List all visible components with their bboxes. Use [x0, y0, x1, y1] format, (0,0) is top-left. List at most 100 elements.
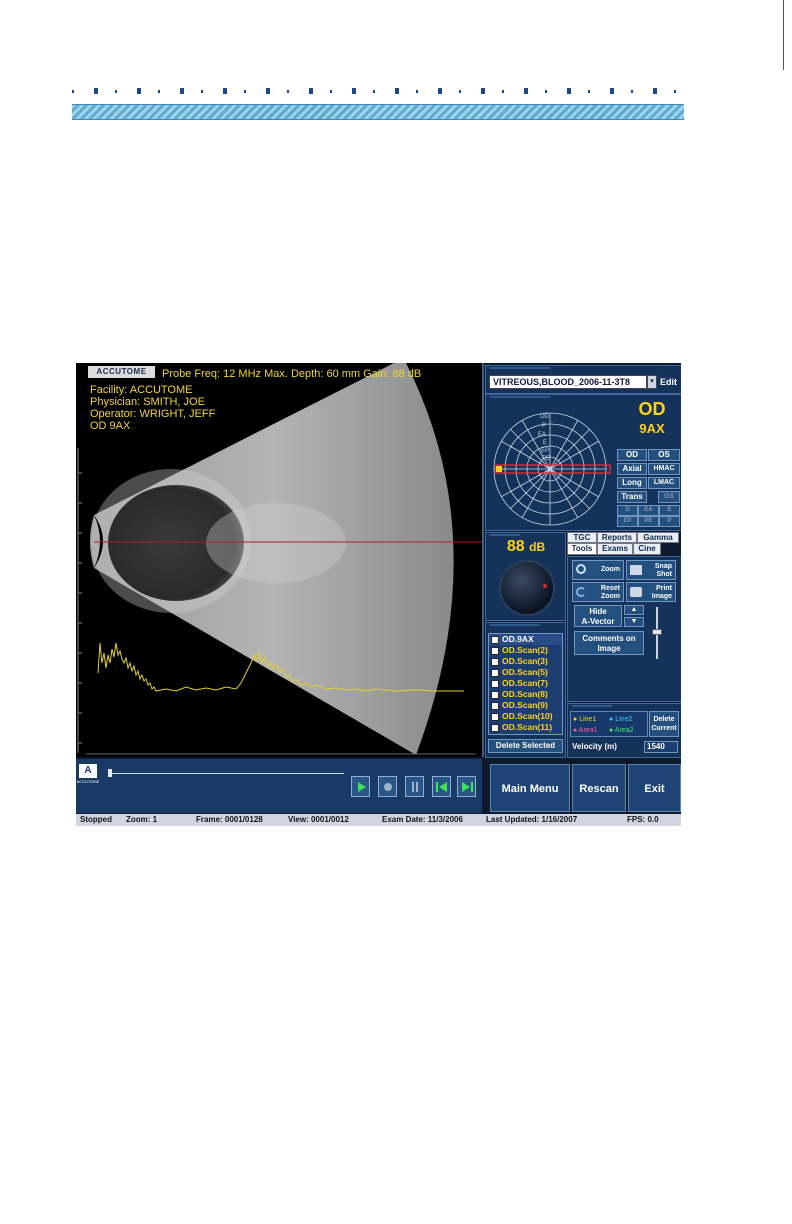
chevron-down-icon[interactable]: ▾ — [647, 375, 657, 389]
axial-button[interactable]: Axial — [617, 463, 647, 475]
edit-button[interactable]: Edit — [660, 375, 680, 389]
grid-e-button[interactable]: E — [659, 505, 680, 516]
gs-button[interactable]: GS — [658, 491, 680, 503]
cine-slider-handle[interactable] — [108, 769, 112, 777]
delete-selected-button[interactable]: Delete Selected — [488, 739, 563, 753]
reset-zoom-button[interactable]: Reset Zoom — [572, 582, 624, 602]
delete-current-button[interactable]: Delete Current — [649, 711, 679, 737]
zoom-button[interactable]: Zoom — [572, 560, 624, 580]
decorative-dot — [588, 90, 590, 93]
scan-list-item[interactable]: OD.Scan(3) — [489, 656, 562, 667]
tab-tools[interactable]: Tools — [567, 543, 597, 555]
accutome-small-logo-icon: A — [79, 764, 97, 778]
velocity-label: Velocity (m) — [572, 742, 617, 751]
decorative-dot — [265, 88, 270, 94]
status-last-updated: Last Updated: 1/16/2007 — [486, 815, 578, 824]
checkbox-icon[interactable] — [491, 690, 499, 699]
clock-label: P — [542, 423, 546, 429]
triangle-down-icon: ▼ — [630, 618, 638, 625]
accutome-logo: ACCUTOME — [88, 366, 155, 378]
magnifier-icon — [576, 564, 586, 574]
grid-d-button[interactable]: D — [617, 505, 638, 516]
checkbox-icon[interactable] — [491, 635, 499, 644]
status-state: Stopped — [80, 815, 112, 824]
decorative-dot — [394, 88, 399, 94]
play-button[interactable] — [351, 776, 370, 797]
probe-position-panel: OD P EA E EP PE OD 9AX OD OS Axial HMAC … — [485, 394, 681, 531]
clock-label: OD — [540, 414, 550, 420]
checkbox-icon[interactable] — [491, 701, 499, 710]
tab-reports[interactable]: Reports — [597, 532, 637, 543]
comments-on-image-button[interactable]: Comments on Image — [574, 631, 644, 655]
decorative-header-bar — [72, 104, 684, 120]
lmac-button[interactable]: LMAC — [648, 477, 680, 489]
vector-slider-track[interactable] — [652, 607, 662, 659]
decorative-dot — [136, 88, 141, 94]
tab-cine[interactable]: Cine — [633, 543, 661, 555]
scan-list-item[interactable]: OD.Scan(11) — [489, 722, 562, 733]
position-grid: D EA E EP PE P — [617, 505, 680, 527]
checkbox-icon[interactable] — [491, 646, 499, 655]
step-forward-button[interactable] — [457, 776, 476, 797]
velocity-field[interactable]: 1540 — [644, 741, 678, 753]
status-zoom: Zoom: 1 — [126, 815, 158, 824]
scan-list-item[interactable]: OD.Scan(9) — [489, 700, 562, 711]
scan-list-item[interactable]: OD.Scan(2) — [489, 645, 562, 656]
exam-select-field[interactable]: VITREOUS,BLOOD_2006-11-3T8 — [489, 375, 647, 389]
gain-panel: 88 dB — [485, 532, 566, 621]
arrow-down-button[interactable]: ▼ — [624, 617, 644, 627]
line2-option[interactable]: ● Line2 — [609, 716, 632, 723]
decorative-dot — [437, 88, 442, 94]
scan-list-item[interactable]: OD.Scan(10) — [489, 711, 562, 722]
b-scan-viewer[interactable]: ACCUTOME Probe Freq: 12 MHz Max. Depth: … — [76, 363, 484, 757]
grid-ea-button[interactable]: EA — [638, 505, 659, 516]
reset-icon — [576, 587, 586, 597]
printer-icon — [630, 587, 642, 597]
decorative-dot — [502, 90, 504, 93]
area2-option[interactable]: ● Area2 — [609, 727, 633, 734]
checkbox-icon[interactable] — [491, 679, 499, 688]
gain-value: 88 — [506, 538, 525, 555]
tab-tgc[interactable]: TGC — [567, 532, 597, 543]
od-button[interactable]: OD — [617, 449, 647, 461]
hide-a-vector-button[interactable]: Hide A-Vector — [574, 605, 622, 627]
checkbox-icon[interactable] — [491, 668, 499, 677]
rescan-button[interactable]: Rescan — [572, 764, 626, 812]
clock-diagram[interactable]: OD P EA E EP PE — [488, 399, 616, 529]
step-back-button[interactable] — [432, 776, 451, 797]
tab-gamma[interactable]: Gamma — [637, 532, 679, 543]
cine-slider-track[interactable] — [108, 769, 344, 777]
scan-list-item[interactable]: OD.9AX — [489, 634, 562, 645]
scan-list-item[interactable]: OD.Scan(5) — [489, 667, 562, 678]
arrow-up-button[interactable]: ▲ — [624, 605, 644, 615]
scan-list[interactable]: OD.9AX OD.Scan(2) OD.Scan(3) OD.Scan(5) OD.S… — [488, 633, 563, 735]
snap-shot-button[interactable]: Snap Shot — [626, 560, 676, 580]
grid-ep-button[interactable]: EP — [617, 516, 638, 527]
print-image-button[interactable]: Print Image — [626, 582, 676, 602]
decorative-dot — [416, 90, 418, 93]
line1-option[interactable]: ● Line1 — [573, 716, 596, 723]
area1-option[interactable]: ● Area1 — [573, 727, 597, 734]
grid-pe-button[interactable]: PE — [638, 516, 659, 527]
grid-p-button[interactable]: P — [659, 516, 680, 527]
checkbox-icon[interactable] — [491, 657, 499, 666]
pause-button[interactable] — [405, 776, 424, 797]
stop-button[interactable] — [378, 776, 397, 797]
main-menu-button[interactable]: Main Menu — [490, 764, 570, 812]
tab-exams[interactable]: Exams — [597, 543, 633, 555]
scan-list-item[interactable]: OD.Scan(7) — [489, 678, 562, 689]
gain-knob[interactable] — [501, 562, 553, 614]
hmac-button[interactable]: HMAC — [648, 463, 680, 475]
measure-panel: ● Line1 ● Line2 ● Area1 ● Area2 Delete Cu… — [567, 703, 681, 758]
decorative-dot — [523, 88, 528, 94]
decorative-dot — [244, 90, 246, 93]
checkbox-icon[interactable] — [491, 712, 499, 721]
long-button[interactable]: Long — [617, 477, 647, 489]
vector-slider-handle[interactable] — [652, 629, 662, 635]
exit-button[interactable]: Exit — [628, 764, 681, 812]
triangle-up-icon: ▲ — [630, 606, 638, 613]
trans-button[interactable]: Trans — [617, 491, 647, 503]
os-button[interactable]: OS — [648, 449, 680, 461]
scan-list-item[interactable]: OD.Scan(8) — [489, 689, 562, 700]
checkbox-icon[interactable] — [491, 723, 499, 732]
